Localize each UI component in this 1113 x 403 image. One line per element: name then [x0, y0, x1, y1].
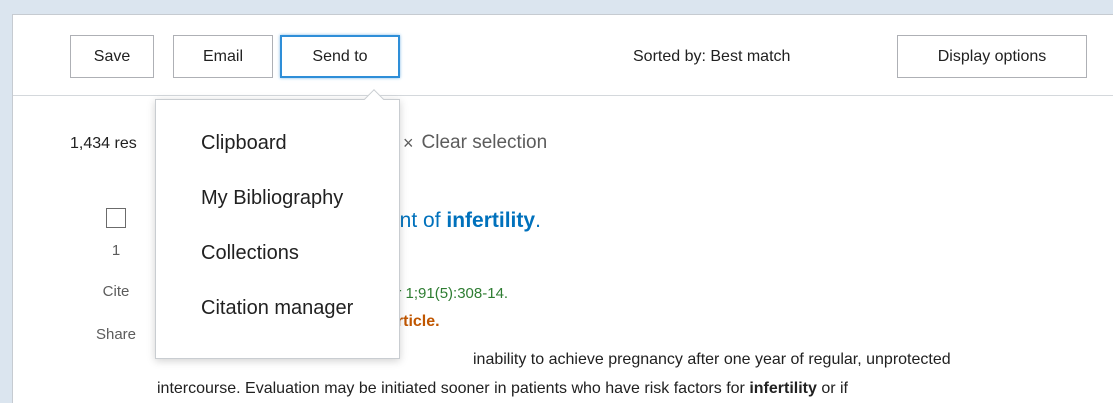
email-button[interactable]: Email — [173, 35, 273, 78]
title-highlight: infertility — [446, 209, 536, 232]
snippet-line-2: intercourse. Evaluation may be initiated… — [157, 374, 1097, 403]
send-to-collections[interactable]: Collections — [156, 238, 399, 293]
results-count: 1,434 res — [70, 135, 137, 152]
search-results-panel: Save Email Send to Sorted by: Best match… — [12, 14, 1113, 403]
title-suffix: . — [535, 209, 541, 232]
cite-button[interactable]: Cite — [81, 283, 151, 300]
snippet-line-2-prefix: intercourse. Evaluation may be initiated… — [157, 380, 750, 397]
display-options-button[interactable]: Display options — [897, 35, 1087, 78]
snippet-highlight: infertility — [749, 380, 817, 397]
share-button[interactable]: Share — [81, 326, 151, 343]
send-to-dropdown: Clipboard My Bibliography Collections Ci… — [155, 99, 400, 359]
article-citation: ar 1;91(5):308-14. — [388, 285, 509, 302]
article-select-checkbox[interactable] — [106, 208, 126, 228]
send-to-my-bibliography[interactable]: My Bibliography — [156, 183, 399, 238]
article-number: 1 — [111, 242, 121, 259]
send-to-button[interactable]: Send to — [280, 35, 400, 78]
save-button[interactable]: Save — [70, 35, 154, 78]
clear-selection-button[interactable]: × Clear selection — [403, 132, 547, 154]
article-title-link[interactable]: ent of infertility. — [388, 209, 541, 233]
send-to-clipboard[interactable]: Clipboard — [156, 128, 399, 183]
article-actions: 1 Cite Share — [81, 208, 151, 343]
send-to-citation-manager[interactable]: Citation manager — [156, 293, 399, 348]
clear-selection-label: Clear selection — [421, 132, 548, 153]
close-icon: × — [403, 132, 414, 153]
results-toolbar: Save Email Send to Sorted by: Best match… — [13, 15, 1113, 96]
sort-selector[interactable]: Sorted by: Best match — [633, 35, 790, 78]
snippet-line-2-suffix: or if — [816, 380, 848, 397]
